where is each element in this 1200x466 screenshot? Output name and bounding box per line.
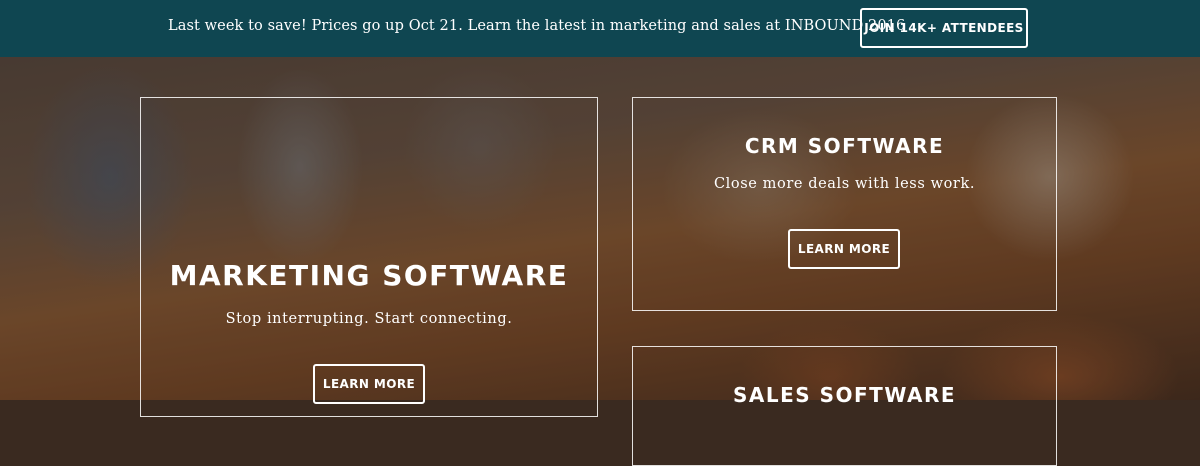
announcement-banner: Last week to save! Prices go up Oct 21. … (0, 0, 1200, 57)
crm-software-card: CRM SOFTWARE Close more deals with less … (632, 97, 1057, 311)
crm-learn-more-button[interactable]: LEARN MORE (788, 229, 900, 269)
marketing-card-title: MARKETING SOFTWARE (169, 259, 569, 292)
marketing-software-card: MARKETING SOFTWARE Stop interrupting. St… (140, 97, 598, 417)
sales-card-title: SALES SOFTWARE (732, 383, 957, 407)
join-attendees-button[interactable]: JOIN 14K+ ATTENDEES (860, 8, 1028, 48)
sales-software-card: SALES SOFTWARE (632, 346, 1057, 466)
marketing-card-subtitle: Stop interrupting. Start connecting. (225, 311, 513, 327)
crm-card-title: CRM SOFTWARE (744, 134, 945, 158)
crm-card-subtitle: Close more deals with less work. (713, 176, 976, 192)
banner-text: Last week to save! Prices go up Oct 21. … (168, 18, 906, 34)
marketing-learn-more-button[interactable]: LEARN MORE (313, 364, 425, 404)
